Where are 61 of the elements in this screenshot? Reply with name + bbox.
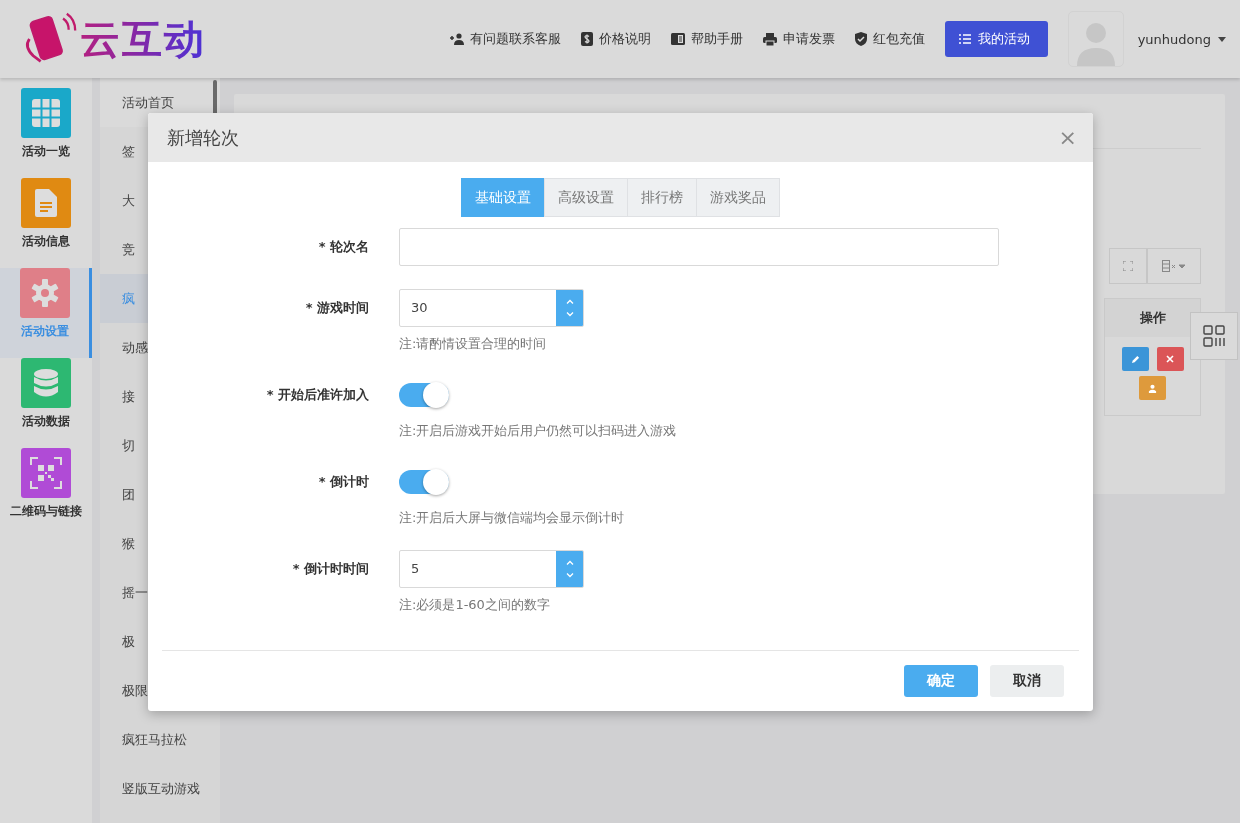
up-chevron-icon[interactable] [565, 560, 574, 565]
field-label: * 倒计时 [317, 473, 369, 491]
down-chevron-icon[interactable] [565, 312, 574, 317]
tab[interactable]: 排行榜 [626, 178, 697, 217]
user-button[interactable] [1139, 376, 1166, 400]
person-icon [1148, 383, 1157, 393]
database-icon [34, 369, 58, 397]
field-label: * 开始后准许加入 [265, 386, 369, 404]
number-field[interactable]: 30 [399, 289, 584, 327]
number-field[interactable]: 5 [399, 550, 584, 588]
tab[interactable]: 高级设置 [543, 178, 628, 217]
side-nav-item[interactable]: 活动一览 [0, 88, 92, 178]
table-header-cell: 操作 [1105, 299, 1200, 337]
shield-icon [854, 32, 867, 46]
columns-button[interactable] [1147, 248, 1201, 284]
up-chevron-icon[interactable] [565, 299, 574, 304]
sub-nav-item[interactable]: 竖版互动游戏 [100, 764, 220, 813]
field-note: 注:必须是1-60之间的数字 [399, 596, 551, 614]
gear-icon [30, 279, 59, 307]
tab[interactable]: 游戏奖品 [695, 178, 780, 217]
fullscreen-icon [1123, 261, 1133, 271]
close-icon [1166, 355, 1174, 363]
header-link[interactable]: 帮助手册 [670, 30, 743, 48]
layout-button[interactable] [1190, 312, 1238, 360]
side-nav-item[interactable]: 活动信息 [0, 178, 92, 268]
book-icon [670, 33, 685, 45]
down-chevron-icon[interactable] [565, 573, 574, 578]
field-label: * 倒计时时间 [291, 560, 369, 578]
field-label: * 游戏时间 [304, 299, 369, 317]
field-note: 注:开启后游戏开始后用户仍然可以扫码进入游戏 [399, 422, 677, 440]
delete-button[interactable] [1156, 347, 1184, 371]
cancel-button[interactable]: 取消 [990, 665, 1064, 697]
list-icon [958, 34, 971, 44]
dialog-title: 新增轮次 [167, 125, 239, 150]
header-link[interactable]: 红包充值 [854, 30, 925, 48]
header-link[interactable]: 价格说明 [580, 30, 651, 48]
edit-button[interactable] [1121, 347, 1149, 371]
user-plus-icon [449, 33, 464, 45]
fullscreen-button[interactable] [1109, 248, 1147, 284]
field-label: * 轮次名 [317, 238, 369, 256]
printer-icon [762, 32, 777, 46]
user-menu[interactable]: yunhudong [1137, 31, 1226, 47]
field-note: 注:开启后大屏与微信端均会显示倒计时 [399, 509, 625, 527]
sub-nav-item[interactable]: 疯狂马拉松 [100, 715, 220, 764]
field-note: 注:请酌情设置合理的时间 [399, 335, 548, 353]
toggle-switch[interactable] [399, 470, 449, 494]
side-nav-item[interactable]: 活动数据 [0, 358, 92, 448]
dollar-icon [580, 32, 593, 46]
round-name-field[interactable] [399, 228, 999, 266]
toggle-switch[interactable] [399, 383, 449, 407]
qr-code-icon [30, 457, 62, 489]
pencil-icon [1130, 354, 1140, 364]
columns-icon [1162, 260, 1186, 272]
header-link[interactable]: 申请发票 [762, 30, 835, 48]
layout-grid-icon [1203, 325, 1225, 347]
side-nav-item[interactable]: 二维码与链接 [0, 448, 92, 538]
document-icon [35, 189, 57, 217]
my-activities-button[interactable]: 我的活动 [944, 21, 1048, 57]
header-link[interactable]: 有问题联系客服 [449, 30, 561, 48]
grid-icon [32, 99, 60, 127]
caret-icon [1218, 36, 1226, 42]
